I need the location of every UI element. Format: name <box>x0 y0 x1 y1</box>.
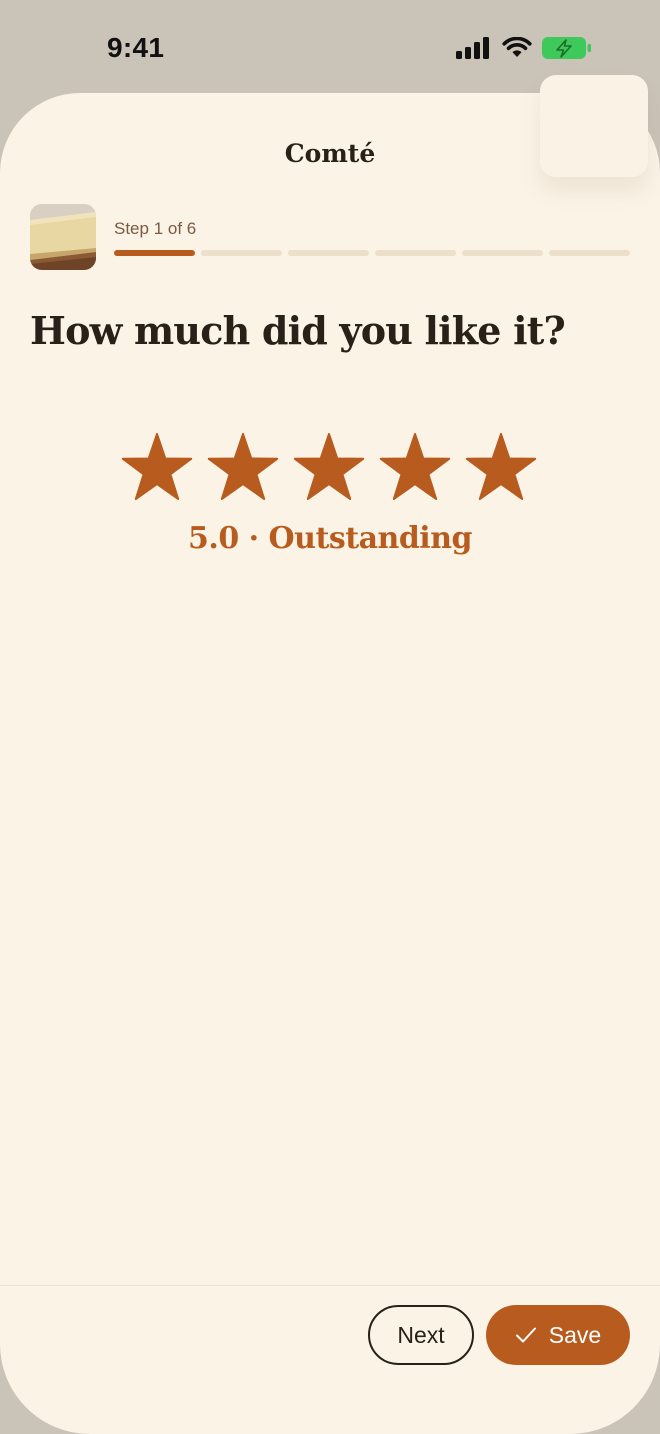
floating-card <box>540 75 648 177</box>
next-button[interactable]: Next <box>368 1305 474 1365</box>
rating-label: 5.0 · Outstanding <box>188 521 473 556</box>
star-1-icon[interactable] <box>121 433 193 501</box>
rating-sheet: Comté Step 1 of 6 How much did you like … <box>0 93 660 1434</box>
star-4-icon[interactable] <box>379 433 451 501</box>
battery-charging-icon <box>542 36 592 60</box>
status-time: 9:41 <box>107 32 165 63</box>
star-2-icon[interactable] <box>207 433 279 501</box>
cellular-signal-icon <box>456 37 492 59</box>
save-button[interactable]: Save <box>486 1305 630 1365</box>
progress-segment <box>549 250 630 256</box>
step-progress-bar <box>114 250 630 256</box>
save-button-label: Save <box>548 1321 602 1348</box>
progress-segment <box>114 250 195 256</box>
question-heading: How much did you like it? <box>30 308 566 353</box>
star-3-icon[interactable] <box>293 433 365 501</box>
next-button-label: Next <box>397 1321 445 1348</box>
progress-segment <box>288 250 369 256</box>
star-rating <box>121 433 537 501</box>
status-icons <box>456 36 592 60</box>
step-label: Step 1 of 6 <box>114 219 197 238</box>
progress-segment <box>201 250 282 256</box>
cheese-thumbnail <box>30 204 96 270</box>
progress-segment <box>462 250 543 256</box>
star-5-icon[interactable] <box>465 433 537 501</box>
wifi-icon <box>502 37 532 59</box>
checkmark-icon <box>515 1326 537 1344</box>
progress-segment <box>375 250 456 256</box>
footer-divider <box>0 1285 660 1286</box>
